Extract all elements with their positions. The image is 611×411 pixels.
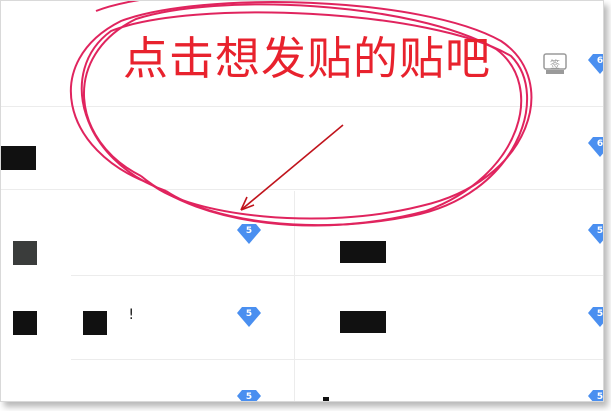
forum-name-redacted[interactable] <box>340 311 386 333</box>
row-divider <box>1 189 603 190</box>
forum-level-badge: 5 <box>236 306 262 328</box>
forum-name-redacted[interactable] <box>83 311 107 335</box>
forum-name-redacted[interactable] <box>340 241 386 263</box>
row-divider <box>71 275 603 276</box>
forum-level-badge: 5 <box>587 223 603 245</box>
forum-name-redacted[interactable] <box>323 397 329 401</box>
forum-name-redacted[interactable] <box>1 146 36 170</box>
forum-name-redacted[interactable] <box>13 311 37 335</box>
sign-in-icon[interactable]: 签 <box>542 51 568 77</box>
forum-list-screen: 签 6 6 5 5 ! 5 5 5 5 点击想发贴的贴吧 <box>0 0 604 402</box>
column-divider <box>294 191 295 401</box>
row-divider <box>1 106 603 107</box>
row-divider <box>71 359 603 360</box>
forum-level-badge: 5 <box>587 389 603 401</box>
text-fragment: ! <box>127 307 136 323</box>
forum-level-badge: 5 <box>587 306 603 328</box>
forum-level-badge: 5 <box>236 223 262 245</box>
forum-level-badge: 5 <box>236 389 262 401</box>
forum-level-badge: 6 <box>587 136 603 158</box>
annotation-text: 点击想发贴的贴吧 <box>123 32 492 85</box>
forum-level-badge: 6 <box>587 53 603 75</box>
forum-name-redacted[interactable] <box>13 241 37 265</box>
annotation-arrow <box>240 124 344 211</box>
